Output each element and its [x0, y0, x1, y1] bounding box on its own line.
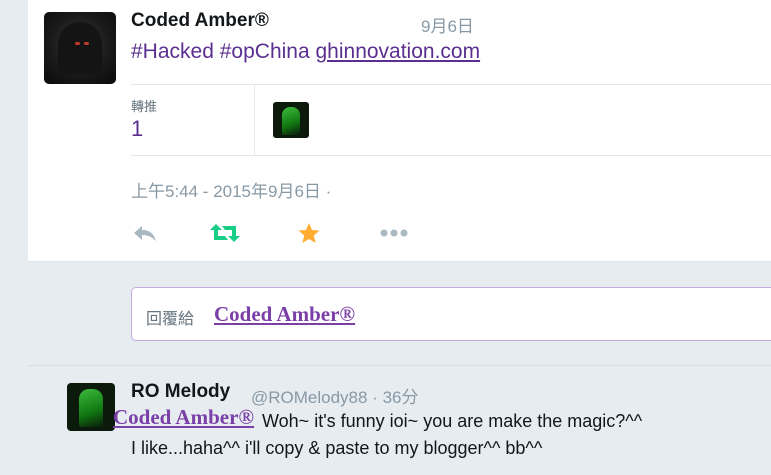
reply-author-name[interactable]: RO Melody — [131, 381, 230, 403]
green-figure — [282, 107, 300, 135]
tweet-actions — [131, 218, 431, 248]
reply-icon — [134, 226, 156, 241]
hooded-figure — [58, 22, 102, 74]
more-icon — [380, 229, 408, 237]
mention-link[interactable]: Coded Amber® — [113, 405, 254, 430]
reply-prefix: 回覆給 — [146, 311, 195, 328]
reply-target-name: Coded Amber® — [214, 302, 356, 326]
reply-author-avatar[interactable] — [67, 383, 115, 431]
tweet-link[interactable]: ghinnovation.com — [315, 40, 480, 63]
left-gutter — [0, 0, 26, 475]
tweet-text: #Hacked #opChina ghinnovation.com — [131, 40, 480, 64]
retweet-button[interactable] — [209, 218, 241, 248]
reply-input[interactable]: 回覆給 Coded Amber® — [131, 287, 771, 341]
star-icon — [298, 223, 320, 243]
tweet-date[interactable]: 9月6日 — [421, 12, 474, 37]
stats-divider-bottom — [131, 155, 771, 156]
right-eye — [84, 42, 89, 45]
reply-button[interactable] — [131, 218, 159, 248]
tweet-timestamp: 上午5:44 - 2015年9月6日 · — [131, 182, 332, 201]
green-figure — [79, 389, 103, 427]
stats-divider-vertical — [254, 85, 255, 155]
reply-author-handle[interactable]: @ROMelody88 · 36分 — [251, 383, 419, 408]
reply-text-line2: I like...haha^^ i'll copy & paste to my … — [131, 438, 543, 458]
hashtag-opchina[interactable]: #opChina — [220, 40, 310, 63]
stats-divider-top — [131, 84, 771, 85]
author-avatar[interactable] — [44, 12, 116, 84]
author-name[interactable]: Coded Amber® — [131, 10, 269, 32]
retweet-stat-count[interactable]: 1 — [131, 116, 143, 142]
retweet-stat-label[interactable]: 轉推 — [131, 96, 157, 115]
more-button[interactable] — [379, 218, 409, 248]
favorite-button[interactable] — [297, 218, 321, 248]
reply-text-line1: Woh~ it's funny ioi~ you are make the ma… — [262, 411, 643, 431]
hashtag-hacked[interactable]: #Hacked — [131, 40, 214, 63]
retweeter-avatar[interactable] — [273, 102, 309, 138]
left-eye — [75, 42, 80, 45]
retweet-icon — [210, 224, 240, 242]
